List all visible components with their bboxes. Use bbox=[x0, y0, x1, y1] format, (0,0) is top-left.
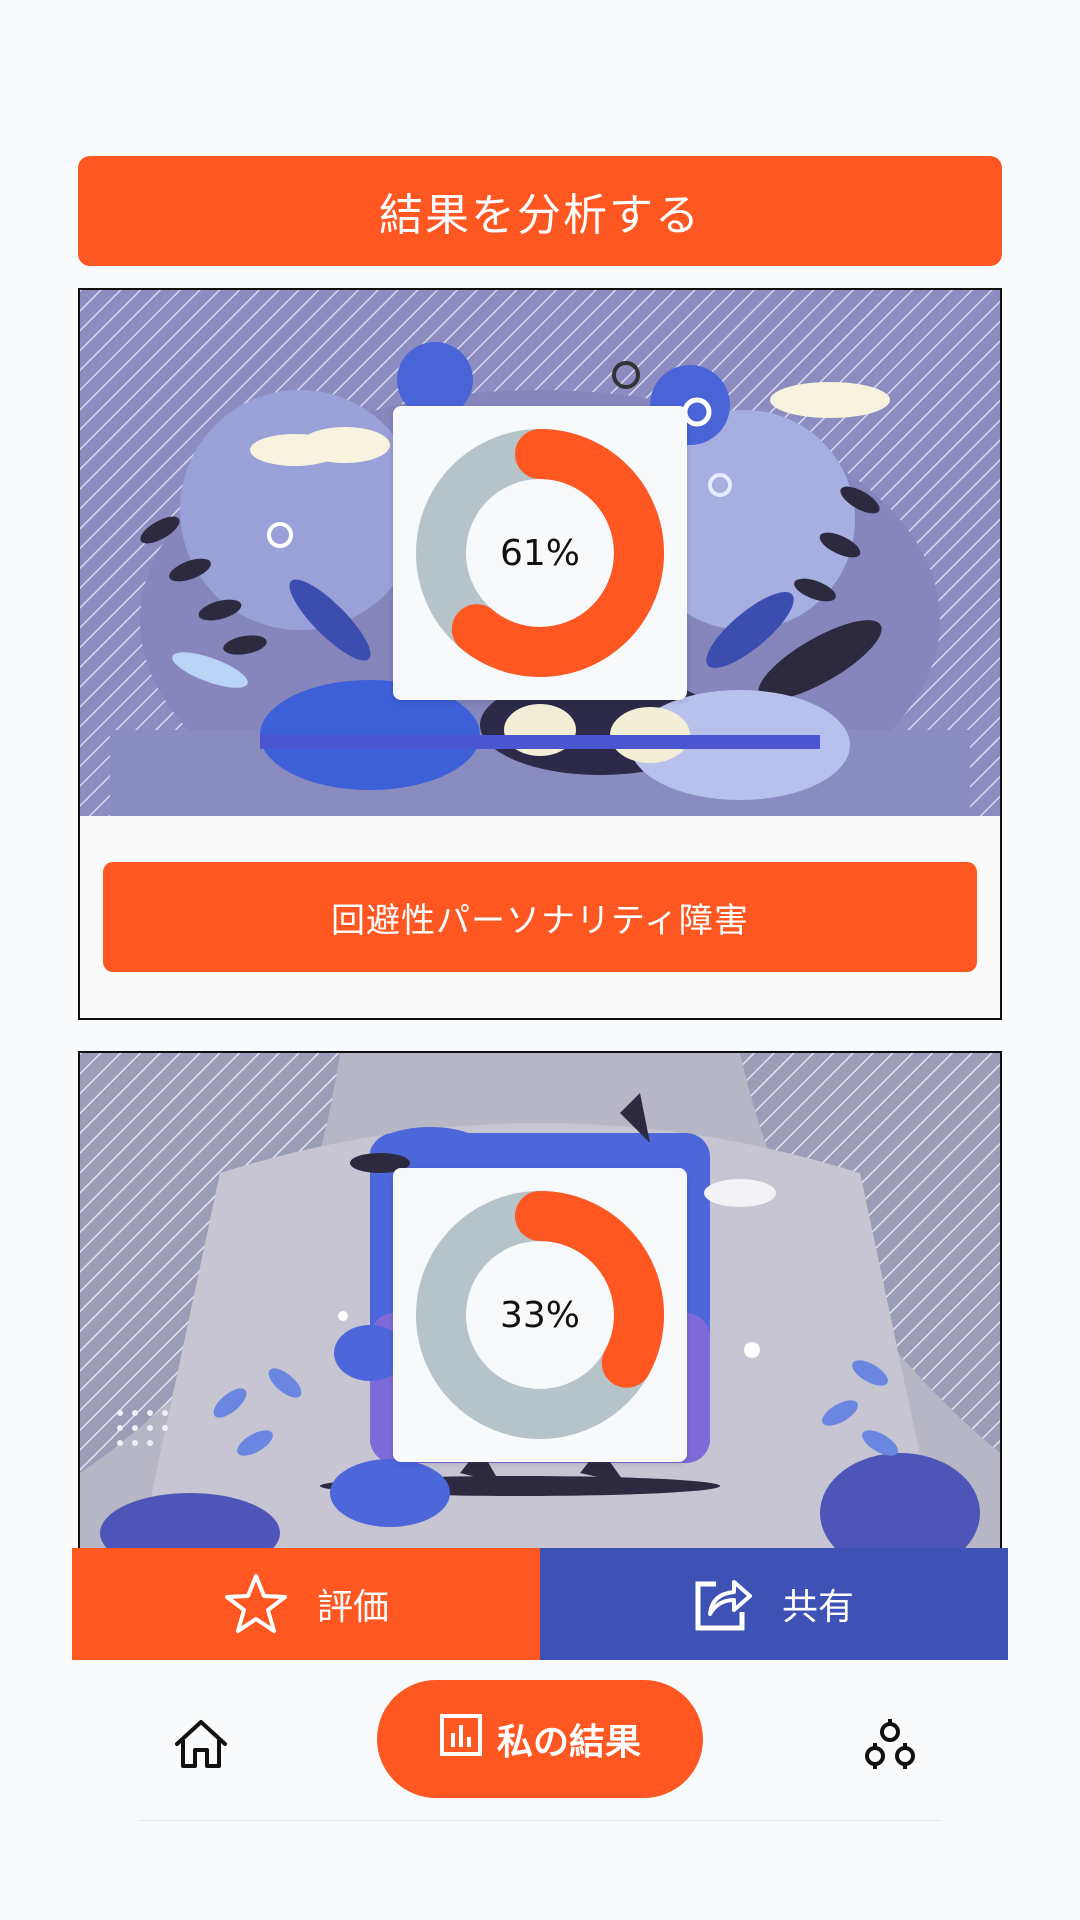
rate-label: 評価 bbox=[316, 1587, 389, 1628]
nav-home[interactable] bbox=[156, 1706, 246, 1786]
analyze-results-button[interactable]: 結果を分析する bbox=[78, 156, 1002, 266]
cogs-icon bbox=[863, 1719, 917, 1773]
share-label: 共有 bbox=[781, 1587, 854, 1628]
bottom-navigation: 私の結果 bbox=[138, 1672, 942, 1821]
rate-button[interactable]: 評価 bbox=[72, 1548, 540, 1660]
share-icon bbox=[694, 1576, 754, 1632]
percent-donut-chart: 61% bbox=[393, 406, 687, 700]
result-card: 61% 回避性パーソナリティ障害 bbox=[78, 288, 1002, 1020]
home-icon bbox=[173, 1718, 229, 1774]
action-bar: 評価 共有 bbox=[72, 1548, 1008, 1660]
share-button[interactable]: 共有 bbox=[540, 1548, 1008, 1660]
bar-chart-icon bbox=[439, 1713, 483, 1766]
percent-label: 33% bbox=[499, 1294, 580, 1336]
percent-donut-chart: 33% bbox=[393, 1168, 687, 1462]
result-card: 33% bbox=[78, 1051, 1002, 1549]
nav-settings[interactable] bbox=[850, 1706, 930, 1786]
percent-label: 61% bbox=[499, 532, 580, 574]
star-icon bbox=[223, 1572, 289, 1636]
nav-my-results[interactable]: 私の結果 bbox=[377, 1680, 703, 1798]
nav-my-results-label: 私の結果 bbox=[496, 1722, 641, 1763]
diagnosis-button[interactable]: 回避性パーソナリティ障害 bbox=[103, 862, 977, 972]
